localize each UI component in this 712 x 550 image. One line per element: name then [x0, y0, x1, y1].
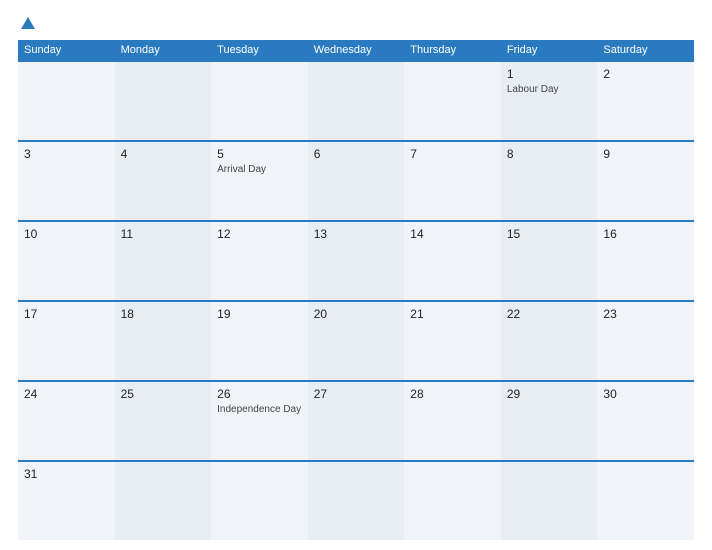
- calendar-week-row: 345 Arrival Day 6789: [18, 140, 694, 220]
- day-number: 11: [121, 227, 206, 241]
- day-number: 3: [24, 147, 109, 161]
- day-number: 7: [410, 147, 495, 161]
- calendar-grid: SundayMondayTuesdayWednesdayThursdayFrid…: [18, 40, 694, 540]
- calendar-cell: 3: [18, 142, 115, 220]
- weekday-header-cell: Sunday: [18, 40, 115, 60]
- day-number: 22: [507, 307, 592, 321]
- calendar-cell: 23: [597, 302, 694, 380]
- weekday-header-cell: Thursday: [404, 40, 501, 60]
- calendar-cell: [211, 462, 308, 540]
- day-number: 25: [121, 387, 206, 401]
- header: [18, 18, 694, 30]
- calendar-cell: 18: [115, 302, 212, 380]
- weekday-header-cell: Saturday: [597, 40, 694, 60]
- calendar-cell: 7: [404, 142, 501, 220]
- logo-triangle-icon: [21, 17, 35, 29]
- calendar-cell: 22: [501, 302, 598, 380]
- day-number: 28: [410, 387, 495, 401]
- day-number: 31: [24, 467, 109, 481]
- day-number: 13: [314, 227, 399, 241]
- day-number: 6: [314, 147, 399, 161]
- day-number: 30: [603, 387, 688, 401]
- day-number: 23: [603, 307, 688, 321]
- calendar-cell: 16: [597, 222, 694, 300]
- day-number: 18: [121, 307, 206, 321]
- calendar-cell: 15: [501, 222, 598, 300]
- weekday-header-cell: Tuesday: [211, 40, 308, 60]
- calendar-cell: 13: [308, 222, 405, 300]
- day-number: 21: [410, 307, 495, 321]
- calendar-page: SundayMondayTuesdayWednesdayThursdayFrid…: [0, 0, 712, 550]
- day-number: 15: [507, 227, 592, 241]
- calendar-cell: 8: [501, 142, 598, 220]
- day-number: 14: [410, 227, 495, 241]
- calendar-cell: [308, 62, 405, 140]
- holiday-label: Labour Day: [507, 83, 592, 96]
- day-number: 24: [24, 387, 109, 401]
- calendar-cell: 6: [308, 142, 405, 220]
- day-number: 2: [603, 67, 688, 81]
- calendar-cell: [501, 462, 598, 540]
- calendar-cell: 27: [308, 382, 405, 460]
- weekday-header-row: SundayMondayTuesdayWednesdayThursdayFrid…: [18, 40, 694, 60]
- calendar-cell: 28: [404, 382, 501, 460]
- calendar-cell: [597, 462, 694, 540]
- calendar-cell: 20: [308, 302, 405, 380]
- calendar-cell: [211, 62, 308, 140]
- day-number: 19: [217, 307, 302, 321]
- logo: [18, 18, 35, 30]
- calendar-cell: 1 Labour Day: [501, 62, 598, 140]
- day-number: 8: [507, 147, 592, 161]
- calendar-cell: 19: [211, 302, 308, 380]
- calendar-cell: 12: [211, 222, 308, 300]
- calendar-cell: [308, 462, 405, 540]
- day-number: 29: [507, 387, 592, 401]
- calendar-week-row: 24 25 26 Independence Day 27 28 29 30: [18, 380, 694, 460]
- calendar-cell: 10: [18, 222, 115, 300]
- calendar-cell: [115, 62, 212, 140]
- calendar-cell: 17: [18, 302, 115, 380]
- calendar-week-row: 31: [18, 460, 694, 540]
- day-number: 12: [217, 227, 302, 241]
- calendar-cell: [404, 462, 501, 540]
- calendar-cell: 30: [597, 382, 694, 460]
- holiday-label: Independence Day: [217, 403, 302, 416]
- day-number: 4: [121, 147, 206, 161]
- day-number: 16: [603, 227, 688, 241]
- day-number: 26: [217, 387, 302, 401]
- day-number: 27: [314, 387, 399, 401]
- calendar-cell: [115, 462, 212, 540]
- calendar-cell: 31: [18, 462, 115, 540]
- calendar-cell: 25: [115, 382, 212, 460]
- day-number: 10: [24, 227, 109, 241]
- day-number: 9: [603, 147, 688, 161]
- day-number: 17: [24, 307, 109, 321]
- calendar-cell: 2: [597, 62, 694, 140]
- calendar-cell: 11: [115, 222, 212, 300]
- calendar-cell: 21: [404, 302, 501, 380]
- weekday-header-cell: Monday: [115, 40, 212, 60]
- day-number: 1: [507, 67, 592, 81]
- calendar-week-row: 10 11 12 13 14 15 16: [18, 220, 694, 300]
- holiday-label: Arrival Day: [217, 163, 302, 176]
- calendar-week-row: 17 18 19 20 21 22 23: [18, 300, 694, 380]
- day-number: 20: [314, 307, 399, 321]
- calendar-cell: 24: [18, 382, 115, 460]
- weekday-header-cell: Wednesday: [308, 40, 405, 60]
- calendar-cell: 29: [501, 382, 598, 460]
- calendar-cell: [404, 62, 501, 140]
- calendar-cell: 5 Arrival Day: [211, 142, 308, 220]
- calendar-cell: 4: [115, 142, 212, 220]
- calendar-cell: 9: [597, 142, 694, 220]
- calendar-cell: 14: [404, 222, 501, 300]
- calendar-cell: [18, 62, 115, 140]
- calendar-week-row: 1 Labour Day 2: [18, 60, 694, 140]
- calendar-cell: 26 Independence Day: [211, 382, 308, 460]
- weekday-header-cell: Friday: [501, 40, 598, 60]
- day-number: 5: [217, 147, 302, 161]
